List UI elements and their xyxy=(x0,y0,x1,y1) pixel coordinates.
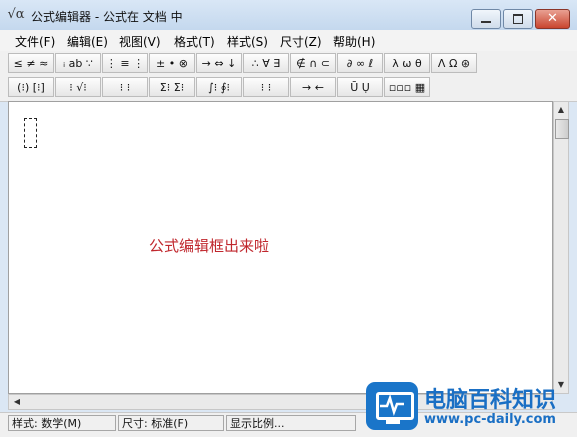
scroll-up-icon[interactable]: ▲ xyxy=(554,103,568,117)
menu-edit[interactable]: 编辑(E) xyxy=(67,33,108,50)
underbar-overbar-templates-button[interactable]: ⁝ ⁝ xyxy=(243,77,289,97)
embellishments-button[interactable]: ⋮ ≡ ⋮ xyxy=(102,53,148,73)
window-title: 公式编辑器 - 公式在 文档 中 xyxy=(31,10,183,24)
spaces-ellipses-button[interactable]: ᵢ ab ∵ xyxy=(55,53,101,73)
vertical-scroll-thumb[interactable] xyxy=(555,119,569,139)
logical-symbols-button[interactable]: ∴ ∀ ∃ xyxy=(243,53,289,73)
annotation-text: 公式编辑框出来啦 xyxy=(149,237,270,255)
fraction-radical-templates-button[interactable]: ⁝ √⁝ xyxy=(55,77,101,97)
title-bar: √α 公式编辑器 - 公式在 文档 中 ✕ xyxy=(0,0,577,31)
maximize-button[interactable] xyxy=(503,9,533,29)
matrix-templates-button[interactable]: ▫▫▫ ▦ xyxy=(384,77,430,97)
equation-input-slot[interactable] xyxy=(24,118,37,148)
labeled-arrow-templates-button[interactable]: → ← xyxy=(290,77,336,97)
products-set-templates-button[interactable]: Ū Ụ xyxy=(337,77,383,97)
equation-editor-window: √α 公式编辑器 - 公式在 文档 中 ✕ 文件(F) 编辑(E) 视图(V) … xyxy=(0,0,577,437)
menu-help[interactable]: 帮助(H) xyxy=(333,33,375,50)
minimize-button[interactable] xyxy=(471,9,501,29)
watermark-title: 电脑百科知识 xyxy=(424,388,557,413)
watermark-url: www.pc-daily.com xyxy=(424,412,556,427)
menu-file[interactable]: 文件(F) xyxy=(15,33,55,50)
scroll-left-icon[interactable]: ◀ xyxy=(10,395,24,409)
greek-lowercase-button[interactable]: λ ω θ xyxy=(384,53,430,73)
monitor-logo-icon xyxy=(366,382,418,430)
operator-symbols-button[interactable]: ± • ⊗ xyxy=(149,53,195,73)
symbol-palette-row: ≤ ≠ ≈ ᵢ ab ∵ ⋮ ≡ ⋮ ± • ⊗ → ⇔ ↓ ∴ ∀ ∃ ∉ ∩… xyxy=(8,53,478,75)
minimize-icon xyxy=(481,21,491,23)
summation-templates-button[interactable]: Σ⁝ Σ⁝ xyxy=(149,77,195,97)
vertical-scrollbar[interactable]: ▲ ▼ xyxy=(553,101,569,394)
watermark: 电脑百科知识 www.pc-daily.com xyxy=(360,378,577,436)
symbol-toolbar: ≤ ≠ ≈ ᵢ ab ∵ ⋮ ≡ ⋮ ± • ⊗ → ⇔ ↓ ∴ ∀ ∃ ∉ ∩… xyxy=(0,51,577,102)
fence-templates-button[interactable]: (⁝) [⁝] xyxy=(8,77,54,97)
menu-format[interactable]: 格式(T) xyxy=(174,33,215,50)
template-palette-row: (⁝) [⁝] ⁝ √⁝ ⁝ ⁝ Σ⁝ Σ⁝ ∫⁝ ∮⁝ ⁝ ⁝ → ← Ū Ụ… xyxy=(8,77,431,99)
set-theory-symbols-button[interactable]: ∉ ∩ ⊂ xyxy=(290,53,336,73)
close-icon: ✕ xyxy=(547,11,558,26)
menu-view[interactable]: 视图(V) xyxy=(119,33,161,50)
menu-style[interactable]: 样式(S) xyxy=(227,33,268,50)
relational-symbols-button[interactable]: ≤ ≠ ≈ xyxy=(8,53,54,73)
menu-bar: 文件(F) 编辑(E) 视图(V) 格式(T) 样式(S) 尺寸(Z) 帮助(H… xyxy=(0,30,577,52)
status-style: 样式: 数学(M) xyxy=(8,415,116,431)
integral-templates-button[interactable]: ∫⁝ ∮⁝ xyxy=(196,77,242,97)
close-button[interactable]: ✕ xyxy=(535,9,570,29)
subscript-superscript-templates-button[interactable]: ⁝ ⁝ xyxy=(102,77,148,97)
status-size: 尺寸: 标准(F) xyxy=(118,415,224,431)
equation-app-icon: √α xyxy=(7,7,25,22)
arrow-symbols-button[interactable]: → ⇔ ↓ xyxy=(196,53,242,73)
greek-uppercase-button[interactable]: Λ Ω ⊛ xyxy=(431,53,477,73)
equation-editing-area[interactable]: 公式编辑框出来啦 xyxy=(8,101,553,394)
misc-symbols-button[interactable]: ∂ ∞ ℓ xyxy=(337,53,383,73)
maximize-icon xyxy=(513,14,523,24)
menu-size[interactable]: 尺寸(Z) xyxy=(280,33,322,50)
status-zoom[interactable]: 显示比例... xyxy=(226,415,356,431)
